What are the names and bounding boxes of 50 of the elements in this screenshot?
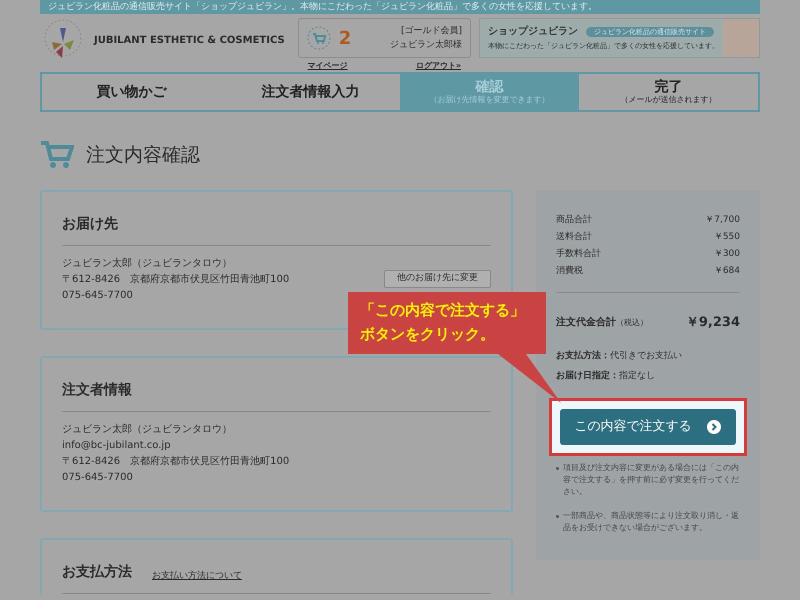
member-name: ジュビラン太郎様 — [390, 38, 462, 52]
summary-value: ￥7,700 — [705, 214, 740, 227]
summary-label: 送料合計 — [556, 230, 592, 244]
info-value: 指定なし — [618, 370, 655, 383]
address-line: 075-645-7700 — [62, 471, 134, 485]
summary-value: ￥550 — [714, 231, 740, 244]
bullet-icon — [556, 467, 559, 470]
payment-info-link[interactable]: お支払い方法について — [152, 570, 242, 583]
cart-icon — [306, 26, 331, 50]
step-label: 確認 （お届け先情報を変更できます） — [400, 74, 579, 110]
mypage-link[interactable]: マイページ — [308, 60, 348, 72]
step-label: 完了 （メールが送信されます） — [620, 78, 718, 106]
note-text: 項目及び注文内容に変更がある場合には「この内容で注文する」を押す前に必ず変更を行ってください。 — [562, 462, 740, 498]
section-heading: お支払方法 — [62, 562, 132, 582]
logout-link[interactable]: ログアウト» — [416, 60, 461, 72]
change-address-button[interactable]: 他のお届け先に変更 — [384, 270, 491, 288]
section-heading: 注文者情報 — [62, 380, 132, 400]
order-button[interactable]: この内容で注文する — [560, 409, 736, 445]
total-label: 注文代金合計 — [556, 315, 616, 330]
step-label: 買い物かご — [96, 83, 168, 102]
step-label: 注文者情報入力 — [260, 82, 360, 102]
address-line: 075-645-7700 — [62, 289, 134, 303]
photo-placeholder — [723, 19, 759, 57]
note-text: 一部商品や、商品状態等により注文取り消し・返品をお受けできない場合がございます。 — [562, 510, 740, 534]
address-line: 〒612-8426 京都府京都市伏見区竹田青池町100 — [62, 272, 290, 287]
address-line: info@bc-jubilant.co.jp — [62, 439, 172, 453]
info-label: お届け日指定： — [556, 369, 619, 383]
brand-name: JUBILANT ESTHETIC & COSMETICS — [94, 34, 285, 48]
cart-count: 2 — [338, 26, 352, 50]
summary-value: ￥684 — [714, 265, 740, 278]
summary-label: 商品合計 — [556, 214, 592, 227]
total-value: ￥9,234 — [686, 314, 740, 332]
summary-label: 消費税 — [556, 264, 583, 278]
member-rank: [ゴールド会員] — [400, 24, 462, 38]
address-line: ジュビラン太郎（ジュビランタロウ） — [62, 422, 233, 437]
address-line: ジュビラン太郎（ジュビランタロウ） — [62, 256, 233, 271]
banner-title: ショップジュビラン — [488, 24, 578, 40]
info-label: お支払方法： — [556, 349, 610, 363]
bullet-icon — [556, 515, 559, 518]
chevron-icon — [707, 420, 722, 434]
section-heading: お届け先 — [62, 215, 118, 234]
callout-text: 「この内容で注文する」 ボタンをクリック。 — [360, 300, 525, 345]
summary-value: ￥300 — [714, 248, 740, 261]
page-title: 注文内容確認 — [86, 142, 200, 168]
info-value: 代引きでお支払い — [610, 350, 682, 363]
top-bar: ジュビラン化粧品の通信販売サイト「ショップジュビラン」。本物にこだわった「ジュビラン化粧品」で多くの女性を応援しています。 — [40, 0, 760, 14]
cart-icon — [40, 140, 74, 170]
address-line: 〒612-8426 京都府京都市伏見区竹田青池町100 — [62, 454, 290, 469]
summary-label: 手数料合計 — [556, 248, 601, 261]
tax-note: （税込） — [616, 318, 648, 328]
